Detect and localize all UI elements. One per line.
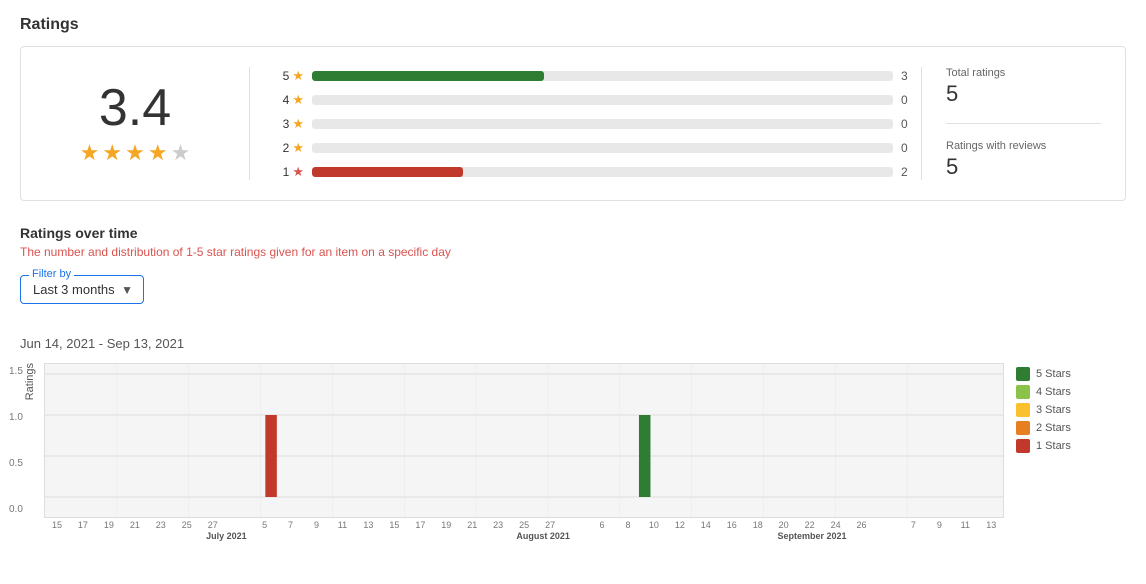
stars-row: ★ ★ ★ ★ ★ bbox=[80, 140, 191, 166]
chart-bar-red bbox=[265, 415, 276, 497]
legend-label-4stars: 4 Stars bbox=[1036, 386, 1071, 398]
legend-2stars: 2 Stars bbox=[1016, 421, 1126, 435]
totals-divider bbox=[946, 123, 1101, 124]
divider-vertical bbox=[249, 67, 250, 180]
y-label-1.5: 1.5 bbox=[9, 366, 23, 377]
bar-label-2: 2 ★ bbox=[274, 140, 304, 156]
page-container: Ratings 3.4 ★ ★ ★ ★ ★ 5 ★ bbox=[0, 0, 1146, 584]
legend-color-5stars bbox=[1016, 367, 1030, 381]
legend-3stars: 3 Stars bbox=[1016, 403, 1126, 417]
filter-box[interactable]: Filter by Last 3 months Last 7 days Last… bbox=[20, 275, 144, 304]
legend-1stars: 1 Stars bbox=[1016, 439, 1126, 453]
bar-label-5: 5 ★ bbox=[274, 68, 304, 84]
month-separator-sep bbox=[875, 520, 901, 530]
bar-row-4: 4 ★ 0 bbox=[274, 92, 921, 108]
total-ratings-label: Total ratings bbox=[946, 67, 1101, 79]
month-label-july: July 2021 bbox=[206, 531, 247, 541]
y-label-0.5: 0.5 bbox=[9, 458, 23, 469]
ratings-with-reviews-value: 5 bbox=[946, 154, 958, 179]
big-score: 3.4 ★ ★ ★ ★ ★ bbox=[45, 82, 225, 166]
chart-legend: 5 Stars 4 Stars 3 Stars 2 Stars 1 Stars bbox=[1016, 363, 1126, 453]
bar-count-1: 2 bbox=[901, 165, 921, 179]
legend-label-3stars: 3 Stars bbox=[1036, 404, 1071, 416]
bar-label-4: 4 ★ bbox=[274, 92, 304, 108]
month-separator-july bbox=[226, 520, 252, 530]
legend-5stars: 5 Stars bbox=[1016, 367, 1126, 381]
bar-fill-1 bbox=[312, 167, 463, 177]
legend-label-5stars: 5 Stars bbox=[1036, 368, 1071, 380]
bar-star-icon-4: ★ bbox=[292, 92, 304, 108]
star-5: ★ bbox=[171, 140, 191, 166]
y-label-0.0: 0.0 bbox=[9, 504, 23, 515]
legend-color-1stars bbox=[1016, 439, 1030, 453]
bar-star-icon-1: ★ bbox=[292, 164, 304, 180]
bar-row-5: 5 ★ 3 bbox=[274, 68, 921, 84]
total-ratings-value: 5 bbox=[946, 81, 958, 106]
y-axis-label: Ratings bbox=[20, 363, 40, 400]
bar-star-num-4: 4 bbox=[283, 93, 290, 107]
over-time-title: Ratings over time bbox=[20, 225, 1126, 241]
legend-color-4stars bbox=[1016, 385, 1030, 399]
bar-star-icon-5: ★ bbox=[292, 68, 304, 84]
over-time-subtitle: The number and distribution of 1-5 star … bbox=[20, 245, 1126, 259]
bar-label-3: 3 ★ bbox=[274, 116, 304, 132]
month-label-august: August 2021 bbox=[516, 531, 570, 541]
filter-label: Filter by bbox=[29, 268, 74, 280]
chart-main: 1.5 1.0 0.5 0.0 bbox=[44, 363, 1004, 531]
star-3: ★ bbox=[125, 140, 145, 166]
bar-count-5: 3 bbox=[901, 69, 921, 83]
legend-4stars: 4 Stars bbox=[1016, 385, 1126, 399]
filter-wrapper: Filter by Last 3 months Last 7 days Last… bbox=[20, 275, 144, 320]
y-labels: 1.5 1.0 0.5 0.0 bbox=[9, 364, 23, 517]
bar-breakdown: 5 ★ 3 4 ★ 0 bbox=[274, 68, 921, 180]
bar-row-1: 1 ★ 2 bbox=[274, 164, 921, 180]
ratings-with-reviews-item: Ratings with reviews 5 bbox=[946, 140, 1101, 180]
chart-wrapper: Ratings 1.5 1.0 0.5 0.0 bbox=[20, 363, 1126, 531]
totals-section: Total ratings 5 Ratings with reviews 5 bbox=[921, 67, 1101, 180]
bar-container-1 bbox=[312, 167, 893, 177]
star-4: ★ bbox=[148, 140, 168, 166]
bar-star-num-2: 2 bbox=[283, 141, 290, 155]
bar-star-num-3: 3 bbox=[283, 117, 290, 131]
legend-color-3stars bbox=[1016, 403, 1030, 417]
bar-star-icon-2: ★ bbox=[292, 140, 304, 156]
bar-fill-5 bbox=[312, 71, 544, 81]
bar-star-num-5: 5 bbox=[283, 69, 290, 83]
bar-count-2: 0 bbox=[901, 141, 921, 155]
bar-count-4: 0 bbox=[901, 93, 921, 107]
total-ratings-item: Total ratings 5 bbox=[946, 67, 1101, 107]
bar-row-2: 2 ★ 0 bbox=[274, 140, 921, 156]
ratings-with-reviews-label: Ratings with reviews bbox=[946, 140, 1101, 152]
ratings-summary-card: 3.4 ★ ★ ★ ★ ★ 5 ★ 3 bbox=[20, 46, 1126, 201]
bar-star-icon-3: ★ bbox=[292, 116, 304, 132]
bar-container-2 bbox=[312, 143, 893, 153]
average-score: 3.4 bbox=[99, 82, 171, 134]
month-label-september: September 2021 bbox=[777, 531, 846, 541]
bar-star-num-1: 1 bbox=[283, 165, 290, 179]
bar-label-1: 1 ★ bbox=[274, 164, 304, 180]
star-2: ★ bbox=[102, 140, 122, 166]
chart-svg bbox=[45, 364, 1003, 519]
bar-container-4 bbox=[312, 95, 893, 105]
y-label-1.0: 1.0 bbox=[9, 412, 23, 423]
month-separator-aug bbox=[563, 520, 589, 530]
legend-color-2stars bbox=[1016, 421, 1030, 435]
chart-bar-green bbox=[639, 415, 650, 497]
bar-container-3 bbox=[312, 119, 893, 129]
page-title: Ratings bbox=[20, 16, 1126, 34]
bar-row-3: 3 ★ 0 bbox=[274, 116, 921, 132]
filter-select[interactable]: Last 3 months Last 7 days Last month Las… bbox=[33, 282, 131, 297]
star-1: ★ bbox=[80, 140, 100, 166]
chart-svg-wrapper: 1.5 1.0 0.5 0.0 bbox=[44, 363, 1004, 518]
date-range: Jun 14, 2021 - Sep 13, 2021 bbox=[20, 336, 1126, 351]
bar-container-5 bbox=[312, 71, 893, 81]
legend-label-2stars: 2 Stars bbox=[1036, 422, 1071, 434]
bar-count-3: 0 bbox=[901, 117, 921, 131]
x-axis-numbers: 15 17 19 21 23 25 27 5 7 9 11 13 15 17 1… bbox=[44, 520, 1004, 530]
legend-label-1stars: 1 Stars bbox=[1036, 440, 1071, 452]
